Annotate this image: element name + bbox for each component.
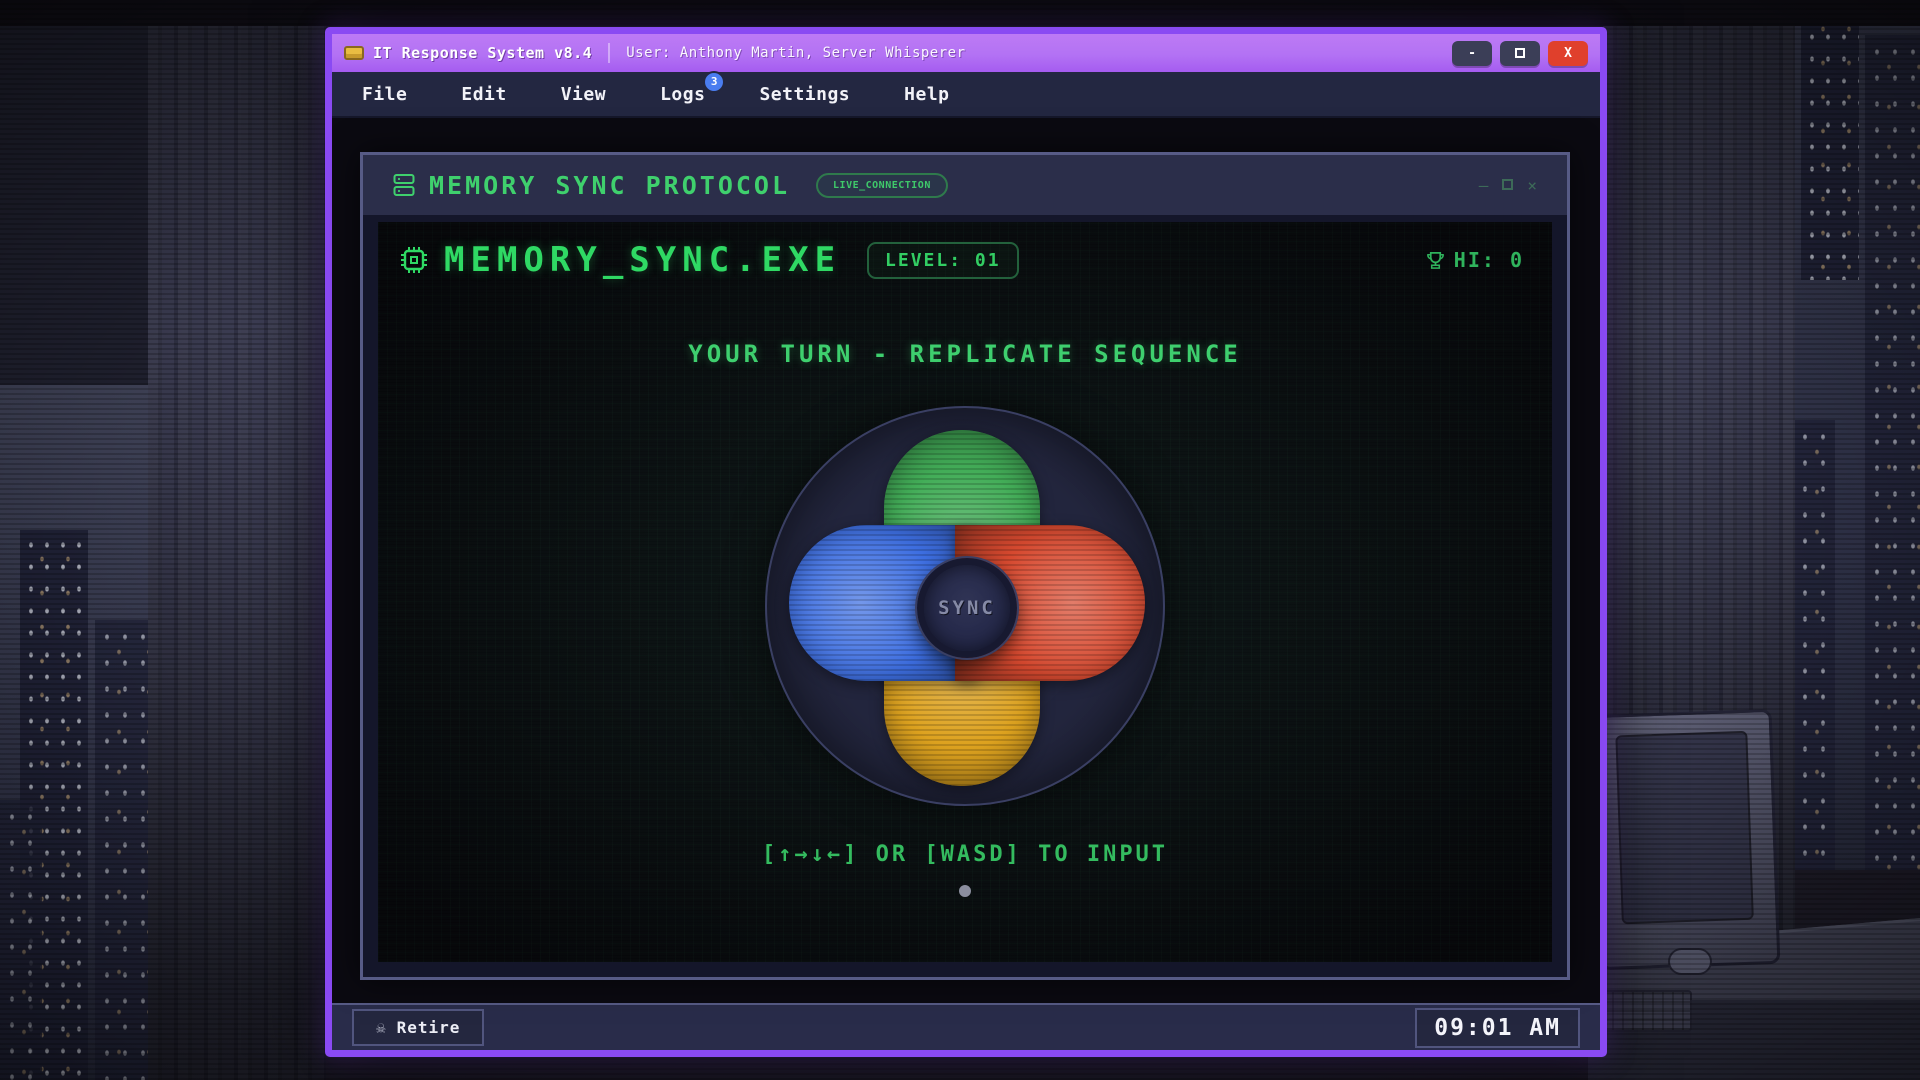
panel-title: MEMORY SYNC PROTOCOL — [429, 171, 790, 200]
panel-window-controls: – × — [1479, 176, 1537, 195]
building — [95, 620, 150, 1080]
retire-button-label: Retire — [397, 1018, 461, 1037]
titlebar-divider — [608, 43, 610, 63]
menu-item-logs-label: Logs — [660, 84, 705, 105]
panel-body: MEMORY_SYNC.EXE LEVEL: 01 HI: 0 — [363, 215, 1567, 977]
sync-button[interactable]: SYNC — [917, 558, 1017, 658]
ceiling-strip — [0, 0, 1920, 26]
menu-item-settings[interactable]: Settings — [759, 84, 850, 105]
sync-button-label: SYNC — [938, 597, 996, 619]
menubar: File Edit View Logs 3 Settings Help — [332, 72, 1600, 118]
trophy-icon — [1426, 251, 1445, 270]
retire-button[interactable]: ☠ Retire — [352, 1009, 484, 1046]
menu-item-view[interactable]: View — [561, 84, 606, 105]
menu-item-logs[interactable]: Logs 3 — [660, 84, 705, 105]
titlebar: IT Response System v8.4 User: Anthony Ma… — [332, 34, 1600, 72]
building — [1801, 0, 1859, 280]
computer-mouse — [1668, 948, 1712, 975]
building — [1865, 35, 1920, 870]
hiscore-label: HI: 0 — [1454, 248, 1524, 272]
cpu-chip-icon — [398, 244, 430, 276]
menu-item-file[interactable]: File — [362, 84, 407, 105]
menu-item-help[interactable]: Help — [904, 84, 949, 105]
minimize-button[interactable]: - — [1452, 41, 1492, 66]
maximize-icon — [1515, 48, 1525, 58]
turn-message: YOUR TURN - REPLICATE SEQUENCE — [688, 340, 1241, 368]
app-window: IT Response System v8.4 User: Anthony Ma… — [325, 27, 1607, 1057]
game-header-row: MEMORY_SYNC.EXE LEVEL: 01 HI: 0 — [378, 222, 1552, 280]
server-icon — [393, 173, 415, 197]
live-connection-badge: LIVE_CONNECTION — [816, 173, 948, 198]
status-bar: ☠ Retire 09:01 AM — [332, 1003, 1600, 1050]
panel-header: MEMORY SYNC PROTOCOL LIVE_CONNECTION – × — [363, 155, 1567, 215]
minimize-icon: - — [1468, 46, 1476, 61]
panel-close-icon[interactable]: × — [1527, 176, 1537, 195]
right-window-city-view — [1793, 0, 1920, 870]
sequence-progress-dot — [959, 885, 971, 897]
level-badge: LEVEL: 01 — [867, 242, 1019, 279]
app-icon — [344, 46, 364, 60]
close-icon: X — [1564, 46, 1572, 61]
building — [1793, 420, 1835, 870]
crt-monitor-screen — [1615, 731, 1754, 924]
user-label: User: Anthony Martin, Server Whisperer — [626, 45, 965, 61]
memory-sync-panel: MEMORY SYNC PROTOCOL LIVE_CONNECTION – × — [360, 152, 1570, 980]
panel-minimize-icon[interactable]: – — [1479, 176, 1489, 195]
menu-item-edit[interactable]: Edit — [461, 84, 506, 105]
skull-icon: ☠ — [376, 1020, 386, 1036]
clock-display: 09:01 AM — [1415, 1008, 1580, 1048]
logs-notification-badge: 3 — [703, 71, 725, 93]
exe-title: MEMORY_SYNC.EXE — [444, 240, 841, 280]
crt-monitor — [1592, 709, 1781, 970]
clock-label: 09:01 AM — [1434, 1015, 1561, 1041]
left-wall-pillar — [148, 0, 326, 1080]
hiscore: HI: 0 — [1426, 248, 1524, 272]
main-content: MEMORY SYNC PROTOCOL LIVE_CONNECTION – × — [332, 118, 1600, 1003]
maximize-button[interactable] — [1500, 41, 1540, 66]
left-window-city-view — [0, 385, 150, 1080]
input-hint: [↑→↓←] OR [WASD] TO INPUT — [762, 842, 1168, 867]
game-screen: MEMORY_SYNC.EXE LEVEL: 01 HI: 0 — [378, 222, 1552, 962]
building — [0, 800, 42, 1080]
app-title: IT Response System v8.4 — [373, 44, 592, 62]
simon-wheel: SYNC — [765, 406, 1165, 806]
left-wall — [0, 0, 152, 400]
close-button[interactable]: X — [1548, 41, 1588, 66]
panel-maximize-icon[interactable] — [1502, 179, 1513, 190]
